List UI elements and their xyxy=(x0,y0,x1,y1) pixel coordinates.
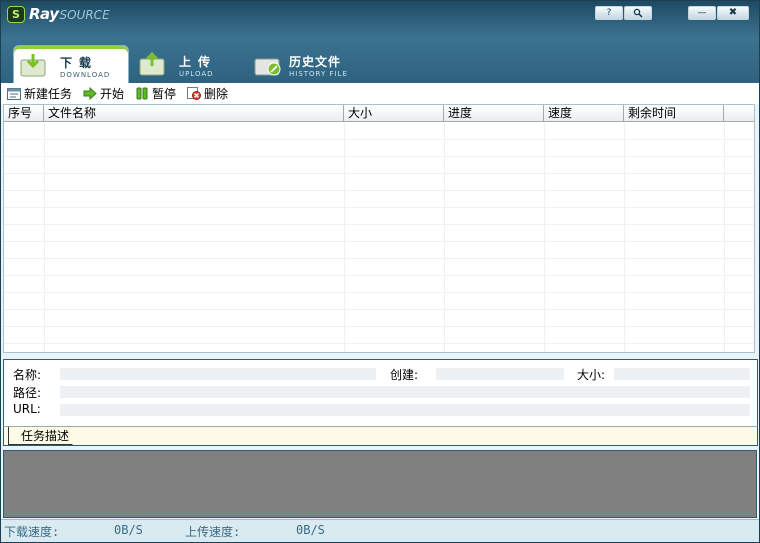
description-tab-strip: 任务描述 xyxy=(3,426,758,446)
tab-history-file[interactable]: 历史文件 HISTORY FILE xyxy=(249,45,379,83)
tab-download[interactable]: 下载 DOWNLOAD xyxy=(13,45,129,83)
task-list-table[interactable]: 序号 文件名称 大小 进度 速度 剩余时间 xyxy=(3,104,755,353)
row-gridline xyxy=(4,207,754,208)
tab-download-title: 下载 xyxy=(60,56,99,70)
new-task-label: 新建任务 xyxy=(24,87,73,101)
row-gridline xyxy=(4,275,754,276)
table-header: 序号 文件名称 大小 进度 速度 剩余时间 xyxy=(4,105,754,122)
delete-label: 删除 xyxy=(204,87,229,101)
pause-button[interactable]: 暂停 xyxy=(135,84,176,103)
search-button[interactable] xyxy=(624,6,652,20)
start-button[interactable]: 开始 xyxy=(83,84,124,103)
download-speed-value: 0B/S xyxy=(114,523,143,537)
url-label: URL: xyxy=(13,402,41,416)
row-gridline xyxy=(4,156,754,157)
pause-icon xyxy=(136,87,148,100)
delete-button[interactable]: 删除 xyxy=(187,84,228,103)
logo-text-source: SOURCE xyxy=(59,8,110,22)
start-label: 开始 xyxy=(100,87,125,101)
row-gridline xyxy=(4,258,754,259)
row-gridline xyxy=(4,343,754,344)
row-gridline xyxy=(4,309,754,310)
toolbar: 新建任务 开始 暂停 删除 xyxy=(1,83,759,104)
column-header-index[interactable]: 序号 xyxy=(4,105,44,122)
app-logo: S Ray SOURCE xyxy=(7,5,110,23)
play-arrow-icon xyxy=(83,87,97,100)
column-header-filename[interactable]: 文件名称 xyxy=(44,105,344,122)
tab-task-description[interactable]: 任务描述 xyxy=(8,427,82,445)
tab-upload-title: 上传 xyxy=(179,55,218,69)
search-icon xyxy=(633,8,643,18)
raysource-logo-icon: S xyxy=(7,5,25,23)
row-gridline xyxy=(4,224,754,225)
download-folder-icon xyxy=(20,54,46,77)
help-button[interactable]: ? xyxy=(595,6,623,20)
app-window: S Ray SOURCE ? — ✖ 下载 DOWNLOAD 上传 UPLOAD… xyxy=(0,0,760,543)
size-value xyxy=(614,368,750,380)
tab-history-subtitle: HISTORY FILE xyxy=(289,70,348,78)
title-header: S Ray SOURCE ? — ✖ 下载 DOWNLOAD 上传 UPLOAD… xyxy=(1,1,759,83)
minimize-button[interactable]: — xyxy=(688,6,716,20)
tab-upload-subtitle: UPLOAD xyxy=(179,70,214,78)
tab-history-title: 历史文件 xyxy=(289,55,342,69)
name-label: 名称: xyxy=(13,368,42,382)
column-header-size[interactable]: 大小 xyxy=(344,105,444,122)
logo-text-ray: Ray xyxy=(29,5,59,23)
row-gridline xyxy=(4,241,754,242)
upload-speed-label: 上传速度: xyxy=(185,525,241,539)
download-speed-label: 下载速度: xyxy=(4,525,60,539)
url-value xyxy=(60,404,750,416)
status-bar: 下载速度: 0B/S 上传速度: 0B/S xyxy=(1,519,759,542)
history-folder-icon xyxy=(254,58,281,76)
new-task-button[interactable]: 新建任务 xyxy=(7,84,72,103)
upload-folder-icon xyxy=(139,51,165,76)
path-value xyxy=(60,386,750,398)
close-button[interactable]: ✖ xyxy=(717,6,749,20)
name-value xyxy=(60,368,376,380)
row-gridline xyxy=(4,326,754,327)
task-info-panel: 名称: 创建: 大小: 路径: URL: xyxy=(3,359,758,427)
new-task-icon xyxy=(7,88,21,100)
row-gridline xyxy=(4,292,754,293)
row-gridline xyxy=(4,190,754,191)
column-header-speed[interactable]: 速度 xyxy=(544,105,624,122)
upload-speed-value: 0B/S xyxy=(296,523,325,537)
pause-label: 暂停 xyxy=(152,87,177,101)
created-value xyxy=(436,368,564,380)
delete-icon xyxy=(187,87,202,100)
tab-download-subtitle: DOWNLOAD xyxy=(60,71,111,79)
row-gridline xyxy=(4,173,754,174)
column-header-remaining-time[interactable]: 剩余时间 xyxy=(624,105,724,122)
created-label: 创建: xyxy=(390,368,419,382)
row-gridline xyxy=(4,139,754,140)
path-label: 路径: xyxy=(13,386,42,400)
size-label: 大小: xyxy=(577,368,606,382)
column-header-progress[interactable]: 进度 xyxy=(444,105,544,122)
task-description-area[interactable] xyxy=(3,450,757,518)
tab-upload[interactable]: 上传 UPLOAD xyxy=(133,45,245,83)
